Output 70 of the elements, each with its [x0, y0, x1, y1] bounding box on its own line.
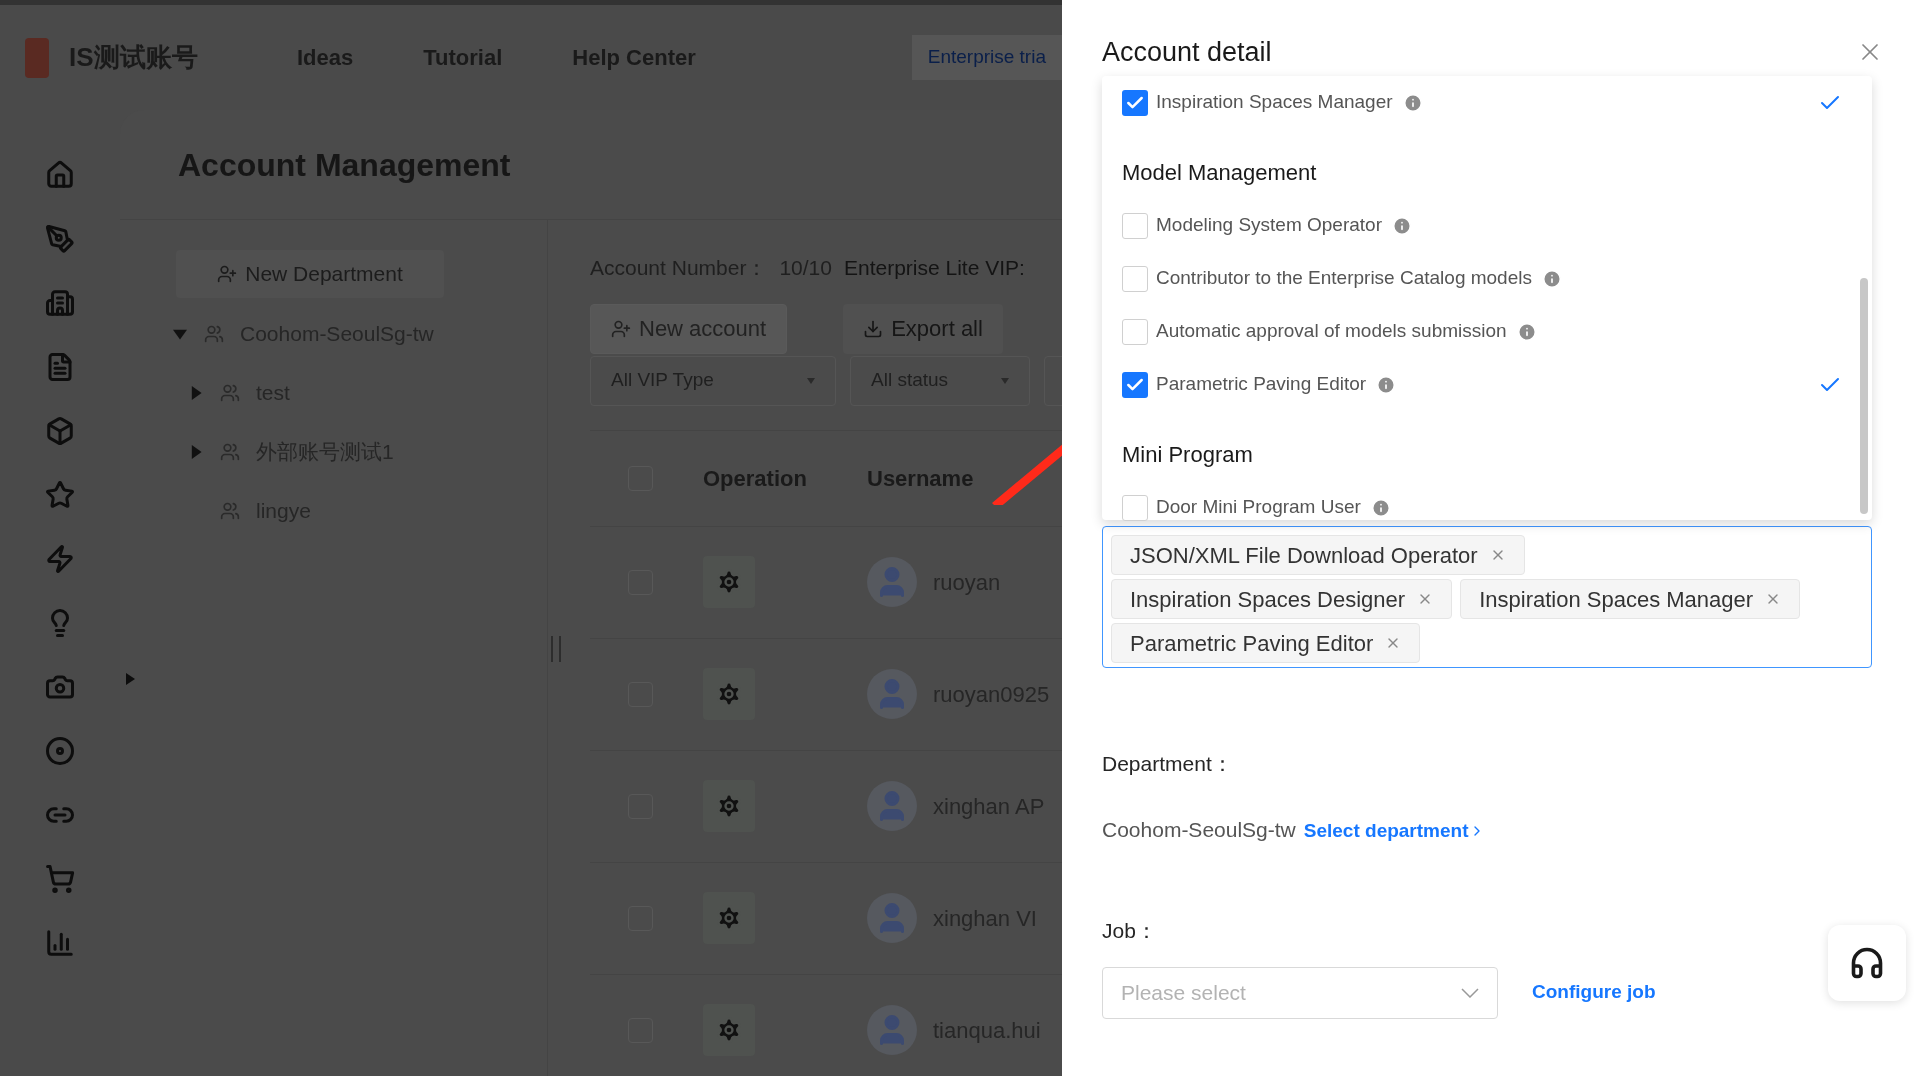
avatar-icon [867, 893, 917, 943]
selected-tags-field[interactable]: JSON/XML File Download Operator Inspiration Spaces Designer Inspiration Spaces Manager Parametric Paving Editor [1102, 526, 1872, 668]
export-button[interactable]: Export all [843, 303, 1003, 354]
selected-tag[interactable]: Inspiration Spaces Designer [1111, 579, 1453, 619]
permission-option[interactable]: Contributor to the Enterprise Catalog models [1122, 252, 1842, 305]
avatar-icon [867, 781, 917, 831]
trial-link[interactable]: Enterprise tria [911, 35, 1062, 80]
lightning-icon[interactable] [45, 544, 75, 574]
info-icon[interactable] [1370, 497, 1391, 518]
scrollbar[interactable] [1860, 278, 1868, 514]
chevron-down-icon [1461, 987, 1479, 998]
add-user-icon [217, 264, 238, 284]
permission-option[interactable]: Modeling System Operator [1122, 199, 1842, 252]
option-label: Parametric Paving Editor [1156, 372, 1367, 397]
settings-button[interactable] [703, 668, 755, 720]
logo-icon [25, 37, 49, 78]
avatar-icon [867, 1005, 917, 1055]
download-icon [863, 318, 884, 339]
settings-button[interactable] [703, 556, 755, 608]
group-icon [220, 441, 240, 462]
permission-option[interactable]: Parametric Paving Editor [1122, 358, 1842, 411]
selected-tag[interactable]: Inspiration Spaces Manager [1460, 579, 1801, 619]
info-icon[interactable] [1376, 374, 1397, 395]
building-icon[interactable] [45, 288, 75, 318]
headset-icon [1849, 945, 1885, 981]
selected-tag[interactable]: JSON/XML File Download Operator [1111, 535, 1525, 575]
permission-option[interactable]: Inspiration Spaces Manager [1122, 76, 1842, 129]
resize-handle-icon[interactable] [551, 636, 561, 662]
settings-button[interactable] [703, 892, 755, 944]
cart-icon[interactable] [45, 864, 75, 894]
info-icon[interactable] [1516, 321, 1537, 342]
job-select[interactable]: Please select [1102, 966, 1498, 1019]
checkbox[interactable] [1122, 89, 1148, 116]
job-label: Job： [1102, 918, 1158, 944]
selected-tag[interactable]: Parametric Paving Editor [1111, 623, 1421, 663]
avatar-icon [867, 557, 917, 607]
configure-job-link[interactable]: Configure job [1532, 978, 1656, 1007]
pen-icon[interactable] [45, 224, 75, 254]
caret-down-icon [807, 377, 815, 384]
department-label: Department： [1102, 751, 1234, 777]
avatar-icon [867, 669, 917, 719]
option-label: Automatic approval of models submission [1156, 319, 1507, 344]
settings-button[interactable] [703, 780, 755, 832]
option-label: Door Mini Program User [1156, 495, 1361, 520]
group-icon [220, 382, 240, 403]
disc-icon[interactable] [45, 736, 75, 766]
option-label: Modeling System Operator [1156, 213, 1382, 238]
select-department-link[interactable]: Select department [1303, 816, 1485, 845]
info-icon[interactable] [1402, 92, 1423, 113]
star-icon[interactable] [45, 480, 75, 510]
group-icon [220, 500, 240, 521]
permission-option[interactable]: Automatic approval of models submission [1122, 305, 1842, 358]
drawer-title: Account detail [1102, 35, 1272, 69]
expand-caret-icon[interactable] [124, 672, 136, 686]
settings-button[interactable] [703, 1004, 755, 1056]
cube-icon[interactable] [45, 416, 75, 446]
group-icon [204, 323, 224, 344]
option-label: Inspiration Spaces Manager [1156, 90, 1393, 115]
support-button[interactable] [1828, 925, 1906, 1001]
checkbox[interactable] [1122, 371, 1148, 398]
caret-down-icon [1001, 377, 1009, 384]
info-icon[interactable] [1392, 215, 1412, 236]
option-label: Contributor to the Enterprise Catalog models [1156, 266, 1532, 291]
department-value: Coohom-SeoulSg-tw [1102, 816, 1296, 843]
home-icon[interactable] [45, 160, 75, 190]
info-icon[interactable] [1542, 268, 1562, 289]
bar-chart-icon[interactable] [45, 928, 75, 958]
group-heading: Model Management [1122, 159, 1317, 187]
add-user-icon [611, 318, 631, 339]
group-heading: Mini Program [1122, 441, 1253, 469]
